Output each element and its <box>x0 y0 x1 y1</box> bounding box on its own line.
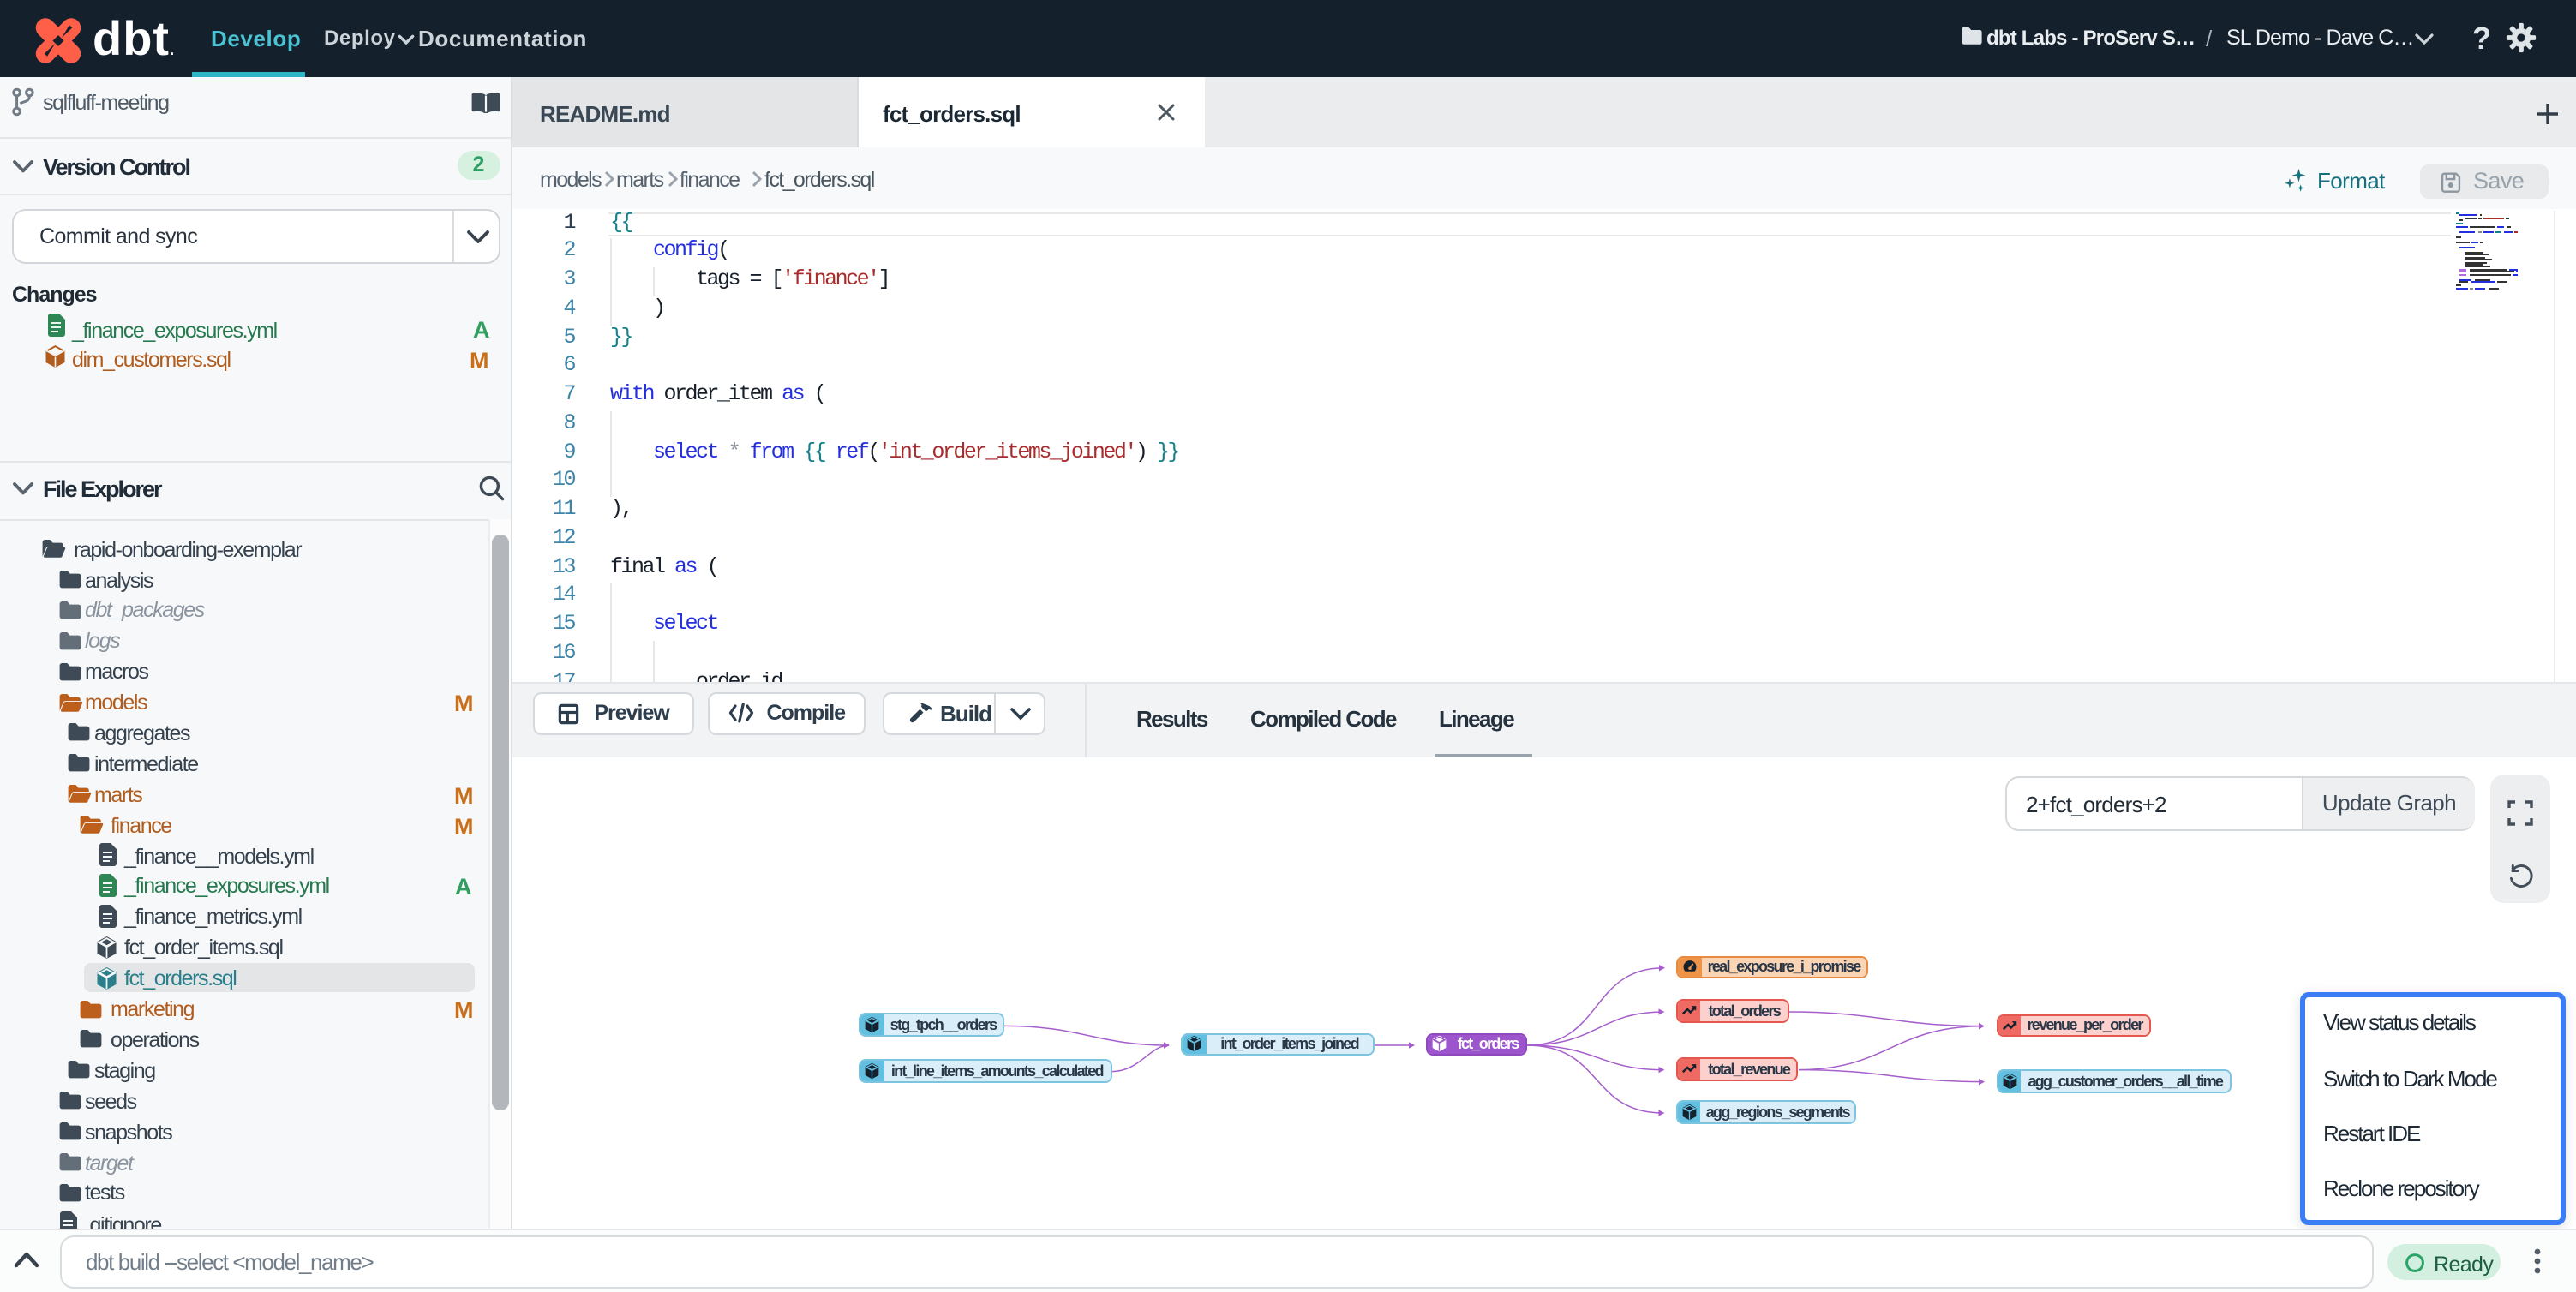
svg-text:?: ? <box>2472 21 2491 56</box>
